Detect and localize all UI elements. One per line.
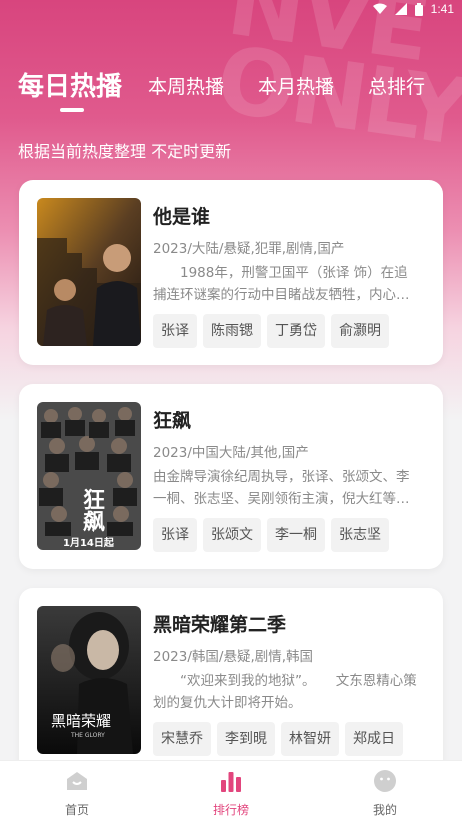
drama-meta: 2023/韩国/悬疑,剧情,韩国 xyxy=(153,649,314,665)
cast-tag[interactable]: 张译 xyxy=(153,314,197,348)
cast-tag[interactable]: 陈雨锶 xyxy=(203,314,261,348)
nav-label: 首页 xyxy=(64,803,89,817)
cast-tag[interactable]: 俞灏明 xyxy=(331,314,389,348)
drama-title[interactable]: 狂飙 xyxy=(153,406,191,433)
poster-subtitle: THE GLORY xyxy=(71,732,105,739)
signal-icon xyxy=(394,3,407,15)
nav-profile[interactable]: 我的 xyxy=(335,761,435,823)
drama-card[interactable]: 黑暗荣耀 THE GLORY 黑暗荣耀第二季 2023/韩国/悬疑,剧情,韩国 … xyxy=(19,588,443,773)
drama-meta: 2023/大陆/悬疑,犯罪,剧情,国产 xyxy=(153,241,345,257)
status-bar: 1:41 xyxy=(0,0,462,18)
ranking-tabs: 每日热播 本周热播 本月热播 总排行 xyxy=(0,60,462,112)
cast-tag[interactable]: 林智妍 xyxy=(281,722,339,756)
drama-title[interactable]: 黑暗荣耀第二季 xyxy=(153,610,286,637)
drama-description: 1988年，刑警卫国平（张译 饰）在追捕连环谜案的行动中目睹战友牺牲，内心备受煎… xyxy=(153,265,410,303)
drama-poster[interactable] xyxy=(37,198,141,346)
drama-card[interactable]: 他是谁 2023/大陆/悬疑,犯罪,剧情,国产 1988年，刑警卫国平（张译 饰… xyxy=(19,180,443,365)
tab-overall[interactable]: 总排行 xyxy=(368,72,425,99)
home-icon xyxy=(65,768,89,794)
cast-tag[interactable]: 宋慧乔 xyxy=(153,722,211,756)
status-time: 1:41 xyxy=(430,2,454,16)
drama-poster[interactable]: 黑暗荣耀 THE GLORY xyxy=(37,606,141,754)
cast-tag[interactable]: 李一桐 xyxy=(267,518,325,552)
tab-weekly[interactable]: 本周热播 xyxy=(148,72,224,99)
drama-description: “欢迎来到我的地狱”。 文东恩精心策划的复仇大计即将开始。 xyxy=(153,673,417,711)
cast-tags: 张译 陈雨锶 丁勇岱 俞灏明 xyxy=(153,314,389,348)
cast-tag[interactable]: 张颂文 xyxy=(203,518,261,552)
profile-icon xyxy=(373,768,397,794)
nav-label: 我的 xyxy=(372,803,397,817)
tab-monthly[interactable]: 本月热播 xyxy=(258,72,334,99)
nav-ranking[interactable]: 排行榜 xyxy=(181,761,281,823)
poster-title: 狂飙 xyxy=(79,488,104,532)
poster-date: 1月14日起 xyxy=(63,538,114,549)
nav-label: 排行榜 xyxy=(212,803,249,817)
poster-title: 黑暗荣耀 xyxy=(51,712,112,730)
active-tab-indicator xyxy=(60,108,84,112)
ranking-icon xyxy=(219,768,243,794)
drama-poster[interactable]: 狂飙 1月14日起 xyxy=(37,402,141,550)
battery-icon xyxy=(414,2,423,16)
drama-title[interactable]: 他是谁 xyxy=(153,202,210,229)
cast-tags: 宋慧乔 李到晛 林智妍 郑成日 xyxy=(153,722,403,756)
nav-home[interactable]: 首页 xyxy=(27,761,127,823)
cast-tag[interactable]: 张译 xyxy=(153,518,197,552)
page-subtitle: 根据当前热度整理 不定时更新 xyxy=(18,142,232,161)
cast-tag[interactable]: 李到晛 xyxy=(217,722,275,756)
cast-tag[interactable]: 丁勇岱 xyxy=(267,314,325,348)
drama-meta: 2023/中国大陆/其他,国产 xyxy=(153,445,309,461)
cast-tags: 张译 张颂文 李一桐 张志坚 xyxy=(153,518,389,552)
bottom-navigation: 首页 排行榜 我的 xyxy=(0,760,462,823)
cast-tag[interactable]: 张志坚 xyxy=(331,518,389,552)
wifi-icon xyxy=(372,3,387,15)
tab-daily[interactable]: 每日热播 xyxy=(18,66,122,103)
drama-card[interactable]: 狂飙 1月14日起 狂飙 2023/中国大陆/其他,国产 由金牌导演徐纪周执导，… xyxy=(19,384,443,569)
cast-tag[interactable]: 郑成日 xyxy=(345,722,403,756)
drama-description: 由金牌导演徐纪周执导，张译、张颂文、李一桐、张志坚、吴刚领衔主演，倪大红等主演…… xyxy=(153,469,410,507)
